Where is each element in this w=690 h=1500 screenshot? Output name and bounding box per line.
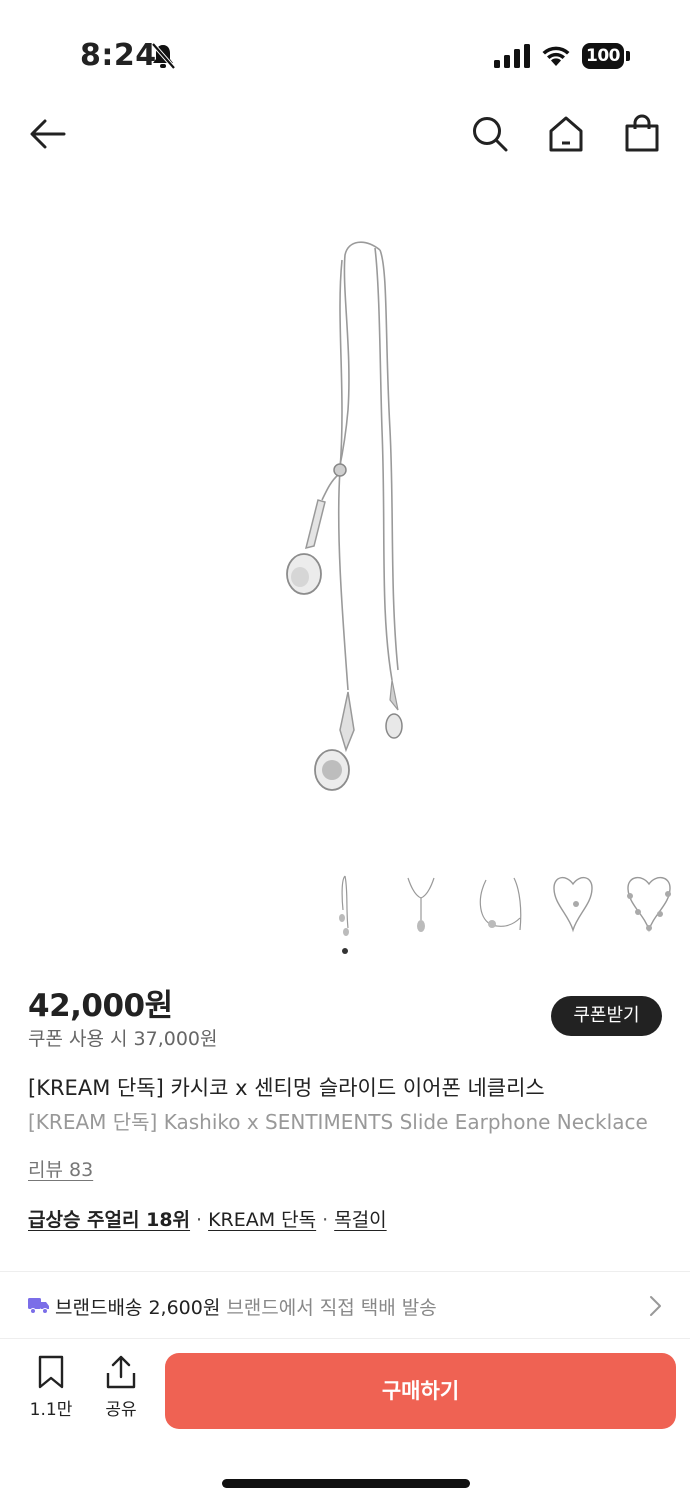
coupon-button[interactable]: 쿠폰받기 <box>551 996 662 1036</box>
tag-category[interactable]: 목걸이 <box>334 1209 386 1231</box>
bookmark-icon <box>38 1355 64 1389</box>
thumbnail-1[interactable] <box>312 870 378 940</box>
bookmark-count: 1.1만 <box>29 1400 73 1420</box>
shopping-bag-icon[interactable] <box>622 114 662 154</box>
product-tags: 급상승 주얼리 18위 · KREAM 단독 · 목걸이 <box>28 1205 387 1232</box>
bookmark-button[interactable]: 1.1만 <box>22 1355 80 1425</box>
coupon-price: 쿠폰 사용 시 37,000원 <box>28 1028 218 1050</box>
thumbnail-3[interactable] <box>464 870 530 940</box>
review-link[interactable]: 리뷰 83 <box>28 1155 93 1182</box>
share-button[interactable]: 공유 <box>92 1355 150 1425</box>
tag-separator: · <box>196 1209 203 1231</box>
home-icon[interactable] <box>546 114 586 154</box>
home-indicator <box>222 1479 470 1488</box>
shipping-row[interactable]: 브랜드배송 2,600원 브랜드에서 직접 택배 발송 <box>0 1272 690 1338</box>
shipping-price: 브랜드배송 2,600원 <box>55 1297 221 1319</box>
buy-button[interactable]: 구매하기 <box>165 1353 676 1429</box>
thumbnail-4[interactable] <box>540 870 606 940</box>
tag-exclusive[interactable]: KREAM 단독 <box>208 1209 316 1231</box>
shipping-desc: 브랜드에서 직접 택배 발송 <box>226 1297 437 1319</box>
battery-level: 100 <box>582 43 624 69</box>
bell-slash-icon <box>151 42 176 70</box>
back-arrow-icon[interactable] <box>28 114 68 154</box>
share-label: 공유 <box>105 1400 137 1420</box>
product-title-ko: [KREAM 단독] 카시코 x 센티멍 슬라이드 이어폰 네클리스 <box>28 1076 545 1100</box>
title-fade <box>650 1104 690 1134</box>
truck-icon <box>28 1298 49 1314</box>
thumbnail-5[interactable] <box>616 870 682 940</box>
price: 42,000원 <box>28 988 173 1024</box>
wifi-icon <box>542 46 570 66</box>
tag-ranking[interactable]: 급상승 주얼리 18위 <box>28 1209 190 1231</box>
product-image[interactable] <box>230 230 460 810</box>
share-icon <box>106 1355 136 1389</box>
status-time: 8:24 <box>80 38 157 73</box>
product-title-en: [KREAM 단독] Kashiko x SENTIMENTS Slide Ea… <box>28 1110 648 1134</box>
status-bar: 8:24 100 <box>0 0 690 100</box>
tag-separator: · <box>322 1209 329 1231</box>
chevron-right-icon <box>650 1296 661 1316</box>
bottom-action-bar: 1.1만 공유 구매하기 <box>0 1338 690 1500</box>
battery-icon: 100 <box>582 43 630 69</box>
signal-icon <box>494 44 530 68</box>
search-icon[interactable] <box>470 114 510 154</box>
selected-thumbnail-indicator <box>342 948 348 954</box>
top-nav <box>0 100 690 170</box>
shipping-label: 브랜드배송 2,600원 브랜드에서 직접 택배 발송 <box>55 1293 437 1320</box>
thumbnail-2[interactable] <box>388 870 454 940</box>
